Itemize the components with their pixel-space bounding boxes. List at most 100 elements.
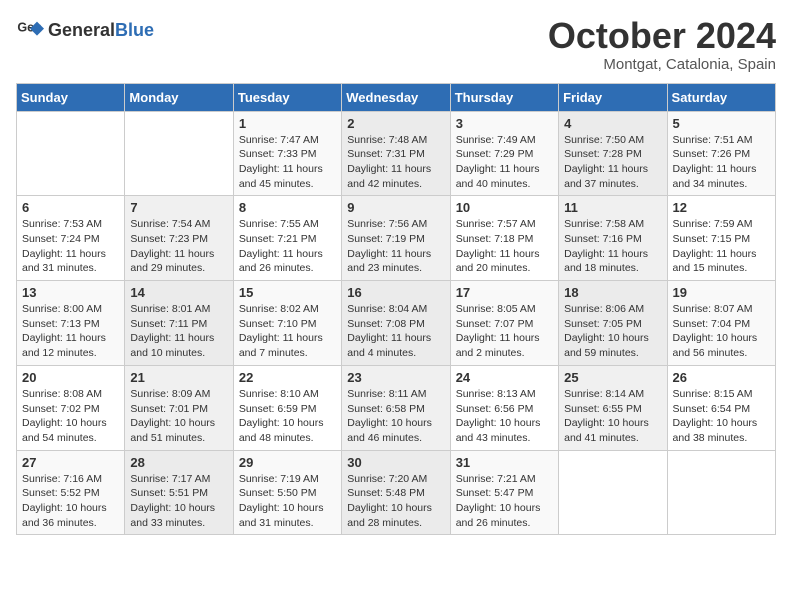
day-number: 1 [239, 116, 336, 131]
day-cell: 28 Sunrise: 7:17 AM Sunset: 5:51 PM Dayli… [125, 450, 233, 535]
day-info: Sunrise: 7:50 AM Sunset: 7:28 PM Dayligh… [564, 133, 661, 192]
day-cell: 10 Sunrise: 7:57 AM Sunset: 7:18 PM Dayli… [450, 196, 558, 281]
day-info: Sunrise: 8:00 AM Sunset: 7:13 PM Dayligh… [22, 302, 119, 361]
day-cell [559, 450, 667, 535]
week-row-5: 27 Sunrise: 7:16 AM Sunset: 5:52 PM Dayli… [17, 450, 776, 535]
logo-general: General [48, 20, 115, 40]
day-info: Sunrise: 7:48 AM Sunset: 7:31 PM Dayligh… [347, 133, 444, 192]
day-cell: 1 Sunrise: 7:47 AM Sunset: 7:33 PM Daylig… [233, 111, 341, 196]
day-cell [667, 450, 775, 535]
logo-blue: Blue [115, 20, 154, 40]
day-info: Sunrise: 7:55 AM Sunset: 7:21 PM Dayligh… [239, 217, 336, 276]
day-info: Sunrise: 7:16 AM Sunset: 5:52 PM Dayligh… [22, 472, 119, 531]
day-number: 15 [239, 285, 336, 300]
day-info: Sunrise: 7:58 AM Sunset: 7:16 PM Dayligh… [564, 217, 661, 276]
day-info: Sunrise: 8:08 AM Sunset: 7:02 PM Dayligh… [22, 387, 119, 446]
day-cell: 16Sunrise: 8:04 AM Sunset: 7:08 PM Dayli… [342, 281, 450, 366]
header-monday: Monday [125, 83, 233, 111]
day-info: Sunrise: 8:05 AM Sunset: 7:07 PM Dayligh… [456, 302, 553, 361]
week-row-2: 6 Sunrise: 7:53 AM Sunset: 7:24 PM Daylig… [17, 196, 776, 281]
day-number: 2 [347, 116, 444, 131]
header-saturday: Saturday [667, 83, 775, 111]
day-number: 11 [564, 200, 661, 215]
page-header: Gen GeneralBlue October 2024 Montgat, Ca… [16, 16, 776, 73]
day-number: 22 [239, 370, 336, 385]
day-cell: 4 Sunrise: 7:50 AM Sunset: 7:28 PM Daylig… [559, 111, 667, 196]
day-info: Sunrise: 7:53 AM Sunset: 7:24 PM Dayligh… [22, 217, 119, 276]
header-tuesday: Tuesday [233, 83, 341, 111]
day-info: Sunrise: 7:59 AM Sunset: 7:15 PM Dayligh… [673, 217, 770, 276]
day-number: 25 [564, 370, 661, 385]
day-info: Sunrise: 8:14 AM Sunset: 6:55 PM Dayligh… [564, 387, 661, 446]
day-info: Sunrise: 8:13 AM Sunset: 6:56 PM Dayligh… [456, 387, 553, 446]
day-cell: 8 Sunrise: 7:55 AM Sunset: 7:21 PM Daylig… [233, 196, 341, 281]
day-cell: 5 Sunrise: 7:51 AM Sunset: 7:26 PM Daylig… [667, 111, 775, 196]
day-cell: 25 Sunrise: 8:14 AM Sunset: 6:55 PM Dayli… [559, 365, 667, 450]
title-area: October 2024 Montgat, Catalonia, Spain [548, 16, 776, 73]
day-info: Sunrise: 7:20 AM Sunset: 5:48 PM Dayligh… [347, 472, 444, 531]
day-number: 18 [564, 285, 661, 300]
day-number: 5 [673, 116, 770, 131]
day-cell [17, 111, 125, 196]
header-friday: Friday [559, 83, 667, 111]
day-cell: 6 Sunrise: 7:53 AM Sunset: 7:24 PM Daylig… [17, 196, 125, 281]
day-number: 12 [673, 200, 770, 215]
day-number: 21 [130, 370, 227, 385]
day-number: 19 [673, 285, 770, 300]
day-number: 20 [22, 370, 119, 385]
day-number: 7 [130, 200, 227, 215]
day-number: 9 [347, 200, 444, 215]
day-cell: 13 Sunrise: 8:00 AM Sunset: 7:13 PM Dayli… [17, 281, 125, 366]
day-cell: 7 Sunrise: 7:54 AM Sunset: 7:23 PM Daylig… [125, 196, 233, 281]
day-number: 23 [347, 370, 444, 385]
day-info: Sunrise: 8:01 AM Sunset: 7:11 PM Dayligh… [130, 302, 227, 361]
header-sunday: Sunday [17, 83, 125, 111]
day-cell: 26Sunrise: 8:15 AM Sunset: 6:54 PM Dayli… [667, 365, 775, 450]
day-number: 26 [673, 370, 770, 385]
day-cell: 15 Sunrise: 8:02 AM Sunset: 7:10 PM Dayli… [233, 281, 341, 366]
day-info: Sunrise: 8:04 AM Sunset: 7:08 PM Dayligh… [347, 302, 444, 361]
day-info: Sunrise: 7:54 AM Sunset: 7:23 PM Dayligh… [130, 217, 227, 276]
day-cell: 22 Sunrise: 8:10 AM Sunset: 6:59 PM Dayli… [233, 365, 341, 450]
day-info: Sunrise: 7:57 AM Sunset: 7:18 PM Dayligh… [456, 217, 553, 276]
day-cell: 3Sunrise: 7:49 AM Sunset: 7:29 PM Daylig… [450, 111, 558, 196]
day-cell: 18Sunrise: 8:06 AM Sunset: 7:05 PM Dayli… [559, 281, 667, 366]
day-cell: 2 Sunrise: 7:48 AM Sunset: 7:31 PM Daylig… [342, 111, 450, 196]
calendar-table: SundayMondayTuesdayWednesdayThursdayFrid… [16, 83, 776, 536]
week-row-3: 13 Sunrise: 8:00 AM Sunset: 7:13 PM Dayli… [17, 281, 776, 366]
day-info: Sunrise: 7:47 AM Sunset: 7:33 PM Dayligh… [239, 133, 336, 192]
day-number: 17 [456, 285, 553, 300]
day-cell: 30Sunrise: 7:20 AM Sunset: 5:48 PM Dayli… [342, 450, 450, 535]
day-number: 6 [22, 200, 119, 215]
day-number: 28 [130, 455, 227, 470]
day-cell: 24Sunrise: 8:13 AM Sunset: 6:56 PM Dayli… [450, 365, 558, 450]
week-row-1: 1 Sunrise: 7:47 AM Sunset: 7:33 PM Daylig… [17, 111, 776, 196]
header-thursday: Thursday [450, 83, 558, 111]
day-number: 13 [22, 285, 119, 300]
day-cell: 11 Sunrise: 7:58 AM Sunset: 7:16 PM Dayli… [559, 196, 667, 281]
day-info: Sunrise: 8:11 AM Sunset: 6:58 PM Dayligh… [347, 387, 444, 446]
day-number: 8 [239, 200, 336, 215]
day-cell: 20 Sunrise: 8:08 AM Sunset: 7:02 PM Dayli… [17, 365, 125, 450]
day-cell: 12 Sunrise: 7:59 AM Sunset: 7:15 PM Dayli… [667, 196, 775, 281]
day-number: 4 [564, 116, 661, 131]
day-cell: 21 Sunrise: 8:09 AM Sunset: 7:01 PM Dayli… [125, 365, 233, 450]
day-info: Sunrise: 7:19 AM Sunset: 5:50 PM Dayligh… [239, 472, 336, 531]
location: Montgat, Catalonia, Spain [548, 56, 776, 73]
day-number: 31 [456, 455, 553, 470]
day-info: Sunrise: 7:21 AM Sunset: 5:47 PM Dayligh… [456, 472, 553, 531]
day-info: Sunrise: 7:51 AM Sunset: 7:26 PM Dayligh… [673, 133, 770, 192]
day-cell: 17 Sunrise: 8:05 AM Sunset: 7:07 PM Dayli… [450, 281, 558, 366]
day-number: 29 [239, 455, 336, 470]
day-info: Sunrise: 8:10 AM Sunset: 6:59 PM Dayligh… [239, 387, 336, 446]
day-cell: 9Sunrise: 7:56 AM Sunset: 7:19 PM Daylig… [342, 196, 450, 281]
day-cell: 27 Sunrise: 7:16 AM Sunset: 5:52 PM Dayli… [17, 450, 125, 535]
day-number: 27 [22, 455, 119, 470]
day-cell: 29 Sunrise: 7:19 AM Sunset: 5:50 PM Dayli… [233, 450, 341, 535]
day-info: Sunrise: 7:17 AM Sunset: 5:51 PM Dayligh… [130, 472, 227, 531]
day-info: Sunrise: 8:02 AM Sunset: 7:10 PM Dayligh… [239, 302, 336, 361]
day-info: Sunrise: 8:07 AM Sunset: 7:04 PM Dayligh… [673, 302, 770, 361]
day-info: Sunrise: 8:09 AM Sunset: 7:01 PM Dayligh… [130, 387, 227, 446]
day-cell: 23 Sunrise: 8:11 AM Sunset: 6:58 PM Dayli… [342, 365, 450, 450]
day-number: 10 [456, 200, 553, 215]
